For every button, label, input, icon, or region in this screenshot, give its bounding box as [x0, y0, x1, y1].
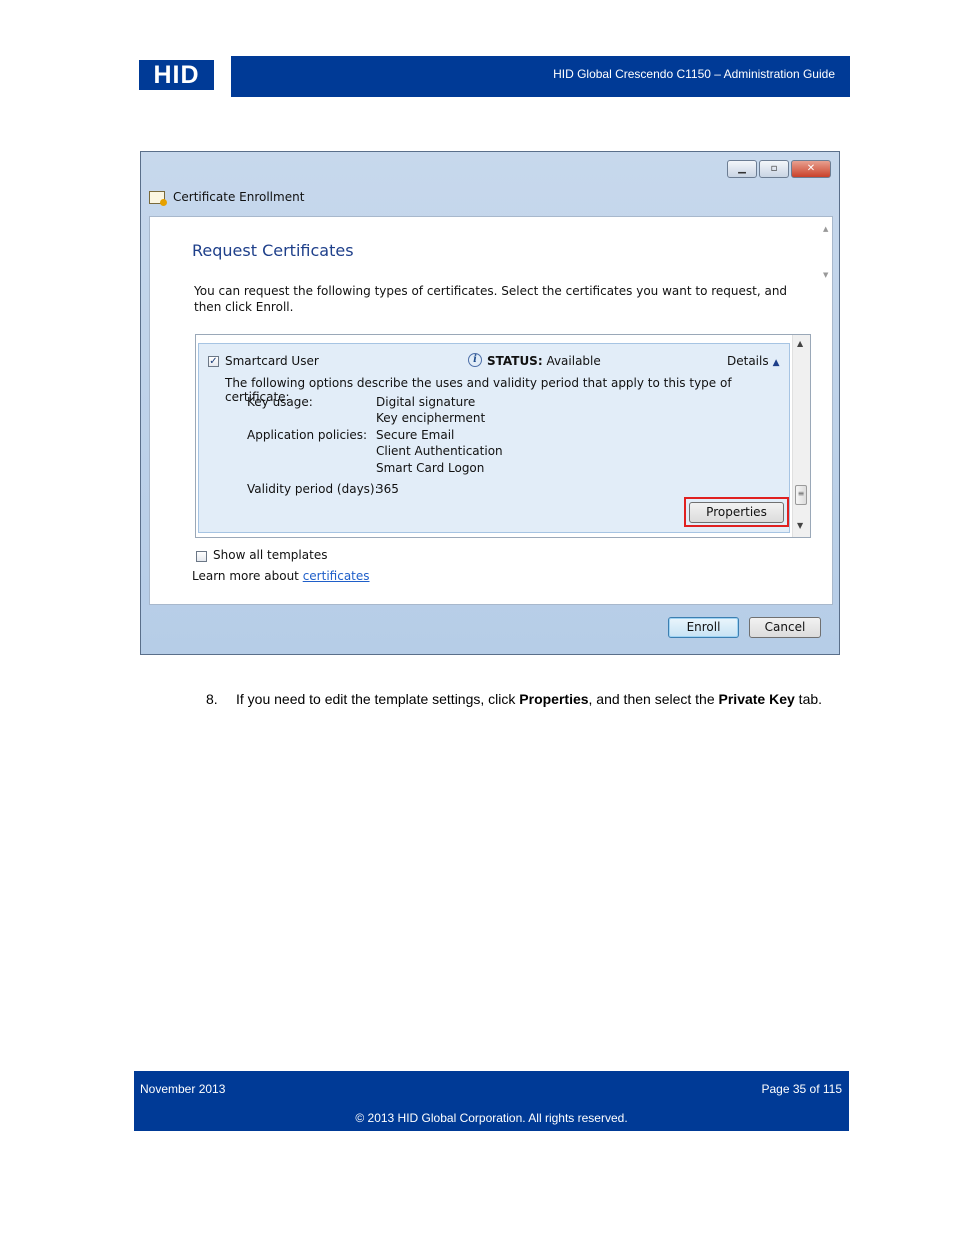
key-usage-label: Key usage: [247, 395, 313, 409]
dialog-content: Request Certificates You can request the… [149, 216, 833, 605]
hid-logo: HID [139, 60, 214, 90]
properties-highlight: Properties [684, 497, 789, 527]
close-icon[interactable]: ✕ [791, 160, 831, 178]
step-bold-properties: Properties [519, 691, 589, 707]
step-bold-private-key: Private Key [718, 691, 795, 707]
app-policy-value: Client Authentication [376, 444, 503, 458]
properties-button[interactable]: Properties [689, 502, 784, 523]
page-footer: November 2013 Page 35 of 115 © 2013 HID … [134, 1071, 849, 1131]
status-label: STATUS: [487, 354, 543, 368]
scroll-thumb[interactable]: ≡ [795, 485, 807, 505]
learn-more-prefix: Learn more about [192, 569, 303, 583]
scroll-up-icon[interactable]: ▲ [797, 339, 803, 348]
maximize-icon[interactable]: ▫ [759, 160, 789, 178]
key-usage-value: Digital signature [376, 395, 476, 409]
show-all-templates-checkbox[interactable] [196, 551, 207, 562]
step-text: If you need to edit the template setting… [236, 690, 826, 708]
list-scrollbar[interactable]: ▲ ≡ ▼ [792, 335, 810, 537]
page-title: Request Certificates [192, 241, 354, 260]
doc-title: HID Global Crescendo C1150 – Administrat… [553, 67, 835, 81]
learn-more-text: Learn more about certificates [192, 569, 370, 583]
window-title: Certificate Enrollment [173, 190, 305, 204]
smartcard-user-checkbox[interactable]: ✓ [208, 356, 219, 367]
status-text: STATUS: Available [487, 354, 601, 368]
enroll-button[interactable]: Enroll [668, 617, 739, 638]
show-all-templates-label: Show all templates [213, 548, 328, 562]
certificates-link[interactable]: certificates [303, 569, 370, 583]
certificate-enrollment-window: ▁ ▫ ✕ Certificate Enrollment Request Cer… [140, 151, 840, 655]
window-title-bar: Certificate Enrollment [149, 190, 305, 206]
key-usage-value: Key encipherment [376, 411, 486, 425]
template-name: Smartcard User [225, 354, 319, 368]
list-item[interactable]: ✓ Smartcard User i STATUS: Available Det… [198, 343, 790, 533]
step-text-part: tab. [794, 691, 823, 707]
status-value: Available [546, 354, 601, 368]
footer-date: November 2013 [140, 1082, 226, 1096]
footer-copyright: © 2013 HID Global Corporation. All right… [355, 1111, 628, 1125]
details-toggle[interactable]: Details ▲ [727, 354, 780, 368]
chevron-up-icon: ▲ [772, 358, 780, 368]
minimize-icon[interactable]: ▁ [727, 160, 757, 178]
info-icon: i [468, 353, 482, 367]
validity-value: 365 [376, 482, 399, 496]
header-bar: HID Global Crescendo C1150 – Administrat… [231, 56, 850, 97]
validity-label: Validity period (days): [247, 482, 379, 496]
content-scroll-indicator [823, 225, 829, 285]
step-text-part: , and then select the [588, 691, 719, 707]
step-number: 8. [206, 691, 218, 707]
certificate-list: ✓ Smartcard User i STATUS: Available Det… [195, 334, 811, 538]
window-controls: ▁ ▫ ✕ [727, 160, 831, 178]
intro-text: You can request the following types of c… [194, 284, 788, 314]
certificate-icon [149, 190, 167, 206]
scroll-down-icon[interactable]: ▼ [797, 521, 803, 530]
step-text-part: If you need to edit the template setting… [236, 691, 520, 707]
footer-page-number: Page 35 of 115 [761, 1082, 842, 1096]
app-policy-value: Secure Email [376, 428, 455, 442]
app-policy-value: Smart Card Logon [376, 461, 485, 475]
app-policies-label: Application policies: [247, 428, 368, 442]
details-label: Details [727, 354, 769, 368]
cancel-button[interactable]: Cancel [749, 617, 821, 638]
